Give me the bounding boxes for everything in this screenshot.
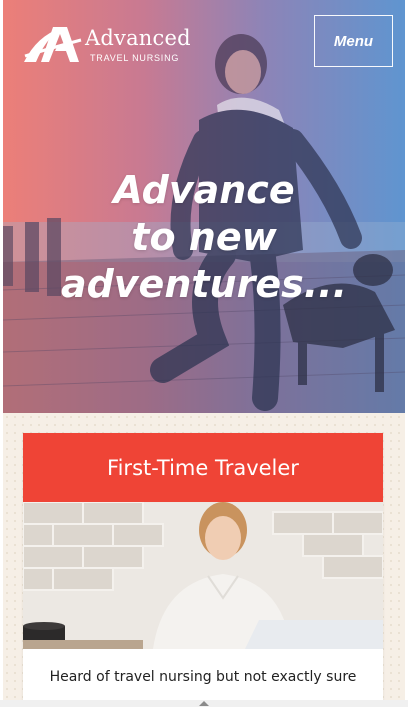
first-time-traveler-card[interactable]: First-Time Traveler Heard of travel nurs… <box>23 433 383 707</box>
scroll-up-arrow-icon[interactable] <box>199 701 209 706</box>
hero-headline: Advance to new adventures... <box>3 167 405 308</box>
brand-tagline: TRAVEL NURSING <box>90 53 180 63</box>
page: Advanced TRAVEL NURSING Menu Advance to … <box>0 0 408 707</box>
card-description: Heard of travel nursing but not exactly … <box>49 669 357 685</box>
headline-line: to new <box>131 215 277 259</box>
card-photo <box>23 502 383 649</box>
menu-button[interactable]: Menu <box>314 15 393 67</box>
headline-line: adventures... <box>60 262 348 306</box>
hero-banner: Advanced TRAVEL NURSING Menu Advance to … <box>3 0 405 413</box>
headline-line: Advance <box>113 168 295 212</box>
brand-name: Advanced <box>85 26 191 50</box>
logo-mark-icon <box>24 27 82 62</box>
content-section: First-Time Traveler Heard of travel nurs… <box>3 413 405 707</box>
card-title[interactable]: First-Time Traveler <box>23 433 383 502</box>
brand-logo[interactable]: Advanced TRAVEL NURSING <box>21 22 191 68</box>
